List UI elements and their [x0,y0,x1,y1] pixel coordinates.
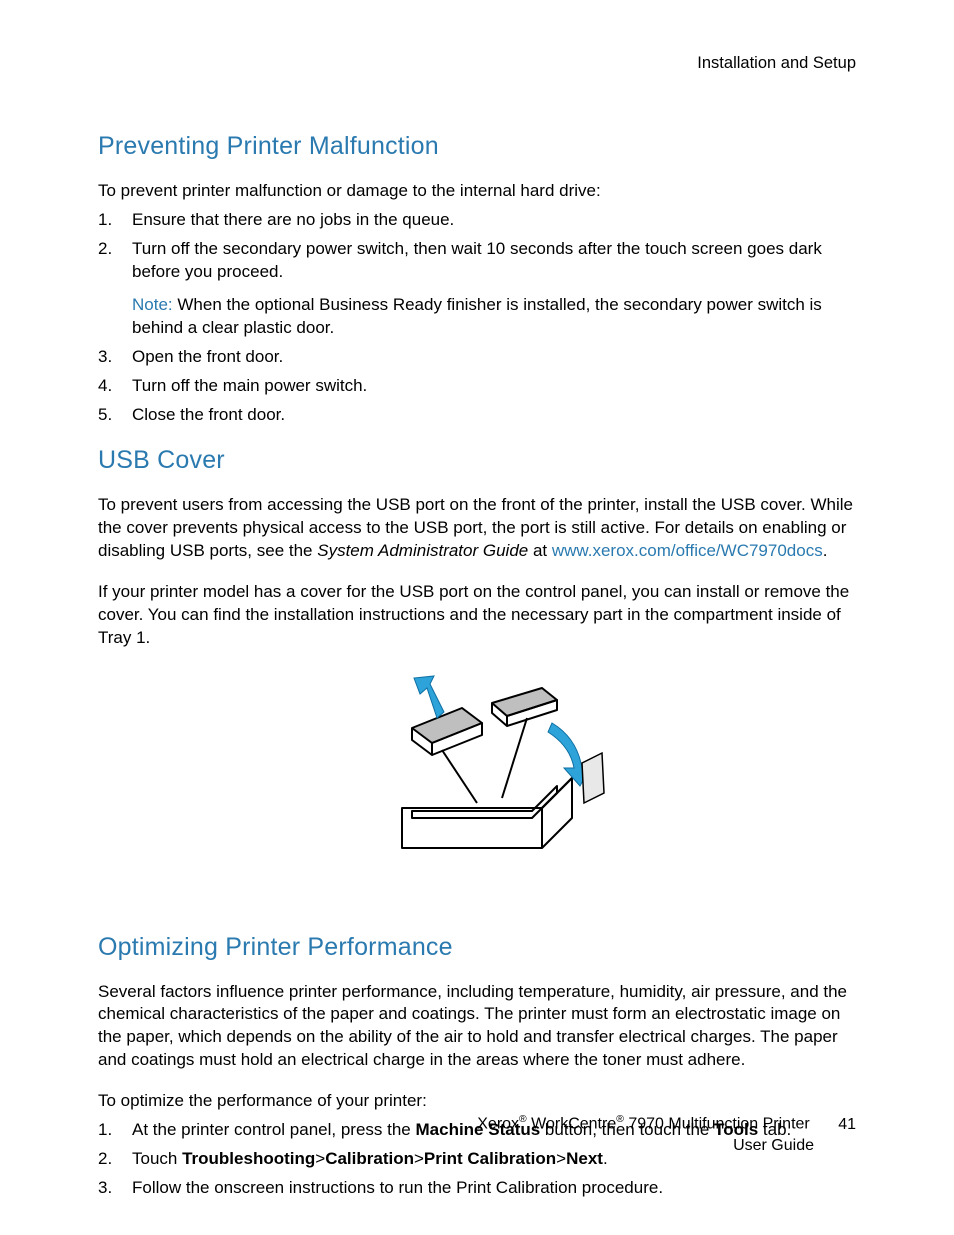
step-number: 3. [98,346,132,369]
step-text: Open the front door. [132,346,856,369]
link-wc7970docs[interactable]: www.xerox.com/office/WC7970docs [552,541,823,560]
page-number: 41 [838,1114,856,1136]
step-number: 2. [98,238,132,340]
printer-tray-illustration-icon [342,668,612,898]
s1-steps-list: 1. Ensure that there are no jobs in the … [98,209,856,427]
step-text: Turn off the secondary power switch, the… [132,238,856,340]
text-run: WorkCentre [527,1116,617,1133]
note-block: Note: When the optional Business Ready f… [132,294,856,340]
step-text: Follow the onscreen instructions to run … [132,1177,856,1200]
step-number: 1. [98,209,132,232]
step-text: Turn off the main power switch. [132,375,856,398]
page-footer: Xerox® WorkCentre® 7970 Multifunction Pr… [98,1113,856,1157]
heading-preventing-malfunction: Preventing Printer Malfunction [98,130,856,164]
list-item: 4. Turn off the main power switch. [98,375,856,398]
note-text: When the optional Business Ready finishe… [132,295,822,337]
step-text: Ensure that there are no jobs in the que… [132,209,856,232]
list-item: 1. Ensure that there are no jobs in the … [98,209,856,232]
heading-usb-cover: USB Cover [98,444,856,478]
note-label: Note: [132,295,173,314]
usb-cover-illustration [98,668,856,905]
registered-mark: ® [519,1114,527,1125]
text-run: at [528,541,552,560]
list-item: 3. Follow the onscreen instructions to r… [98,1177,856,1200]
footer-line-2: User Guide [98,1135,856,1157]
text-run: Xerox [477,1116,519,1133]
step-number: 5. [98,404,132,427]
step-text-inner: Turn off the secondary power switch, the… [132,239,822,281]
header-section-label: Installation and Setup [98,52,856,74]
list-item: 3. Open the front door. [98,346,856,369]
text-run-italic: System Administrator Guide [317,541,528,560]
text-run: . [823,541,828,560]
step-number: 3. [98,1177,132,1200]
heading-optimizing-performance: Optimizing Printer Performance [98,931,856,965]
registered-mark: ® [616,1114,624,1125]
step-number: 4. [98,375,132,398]
s3-paragraph-2: To optimize the performance of your prin… [98,1090,856,1113]
footer-line-1: Xerox® WorkCentre® 7970 Multifunction Pr… [98,1113,856,1135]
text-run: 7970 Multifunction Printer [624,1116,810,1133]
s2-paragraph-1: To prevent users from accessing the USB … [98,494,856,563]
step-text: Close the front door. [132,404,856,427]
s2-paragraph-2: If your printer model has a cover for th… [98,581,856,650]
s1-intro: To prevent printer malfunction or damage… [98,180,856,203]
list-item: 2. Turn off the secondary power switch, … [98,238,856,340]
s3-paragraph-1: Several factors influence printer perfor… [98,981,856,1073]
list-item: 5. Close the front door. [98,404,856,427]
